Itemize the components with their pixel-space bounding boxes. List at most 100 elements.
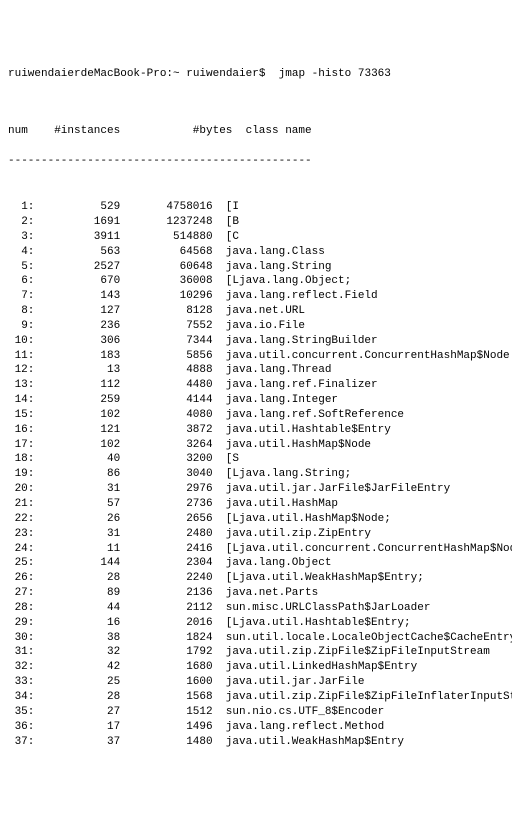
table-row: 31:321792java.util.zip.ZipFile$ZipFileIn…: [8, 645, 504, 660]
cell-num: 28:: [8, 601, 34, 616]
cell-bytes: 2976: [120, 482, 212, 497]
cell-instances: 44: [34, 601, 120, 616]
cell-bytes: 2736: [120, 497, 212, 512]
cell-num: 18:: [8, 452, 34, 467]
cell-bytes: 2480: [120, 527, 212, 542]
cell-instances: 31: [34, 527, 120, 542]
table-row: 11:1835856java.util.concurrent.Concurren…: [8, 349, 504, 364]
cell-num: 33:: [8, 675, 34, 690]
table-row: 6:67036008[Ljava.lang.Object;: [8, 274, 504, 289]
table-row: 32:421680java.util.LinkedHashMap$Entry: [8, 660, 504, 675]
cell-num: 7:: [8, 289, 34, 304]
cell-num: 22:: [8, 512, 34, 527]
cell-instances: 102: [34, 408, 120, 423]
cell-bytes: 514880: [120, 230, 212, 245]
table-row: 34:281568java.util.zip.ZipFile$ZipFileIn…: [8, 690, 504, 705]
cell-class: java.util.HashMap: [213, 497, 338, 512]
cell-instances: 25: [34, 675, 120, 690]
cell-num: 4:: [8, 245, 34, 260]
cell-instances: 529: [34, 200, 120, 215]
cell-instances: 121: [34, 423, 120, 438]
table-row: 19:863040[Ljava.lang.String;: [8, 467, 504, 482]
cell-bytes: 4080: [120, 408, 212, 423]
cell-class: java.util.concurrent.ConcurrentHashMap$N…: [213, 349, 510, 364]
cell-class: java.lang.Class: [213, 245, 325, 260]
cell-class: [Ljava.lang.String;: [213, 467, 352, 482]
cell-num: 31:: [8, 645, 34, 660]
cell-instances: 40: [34, 452, 120, 467]
cell-num: 8:: [8, 304, 34, 319]
cell-instances: 31: [34, 482, 120, 497]
cell-bytes: 2136: [120, 586, 212, 601]
cell-num: 5:: [8, 260, 34, 275]
table-row: 35:271512sun.nio.cs.UTF_8$Encoder: [8, 705, 504, 720]
cell-class: [Ljava.util.concurrent.ConcurrentHashMap…: [213, 542, 512, 557]
cell-num: 23:: [8, 527, 34, 542]
prompt-host: ruiwendaierdeMacBook-Pro:~ ruiwendaier$: [8, 68, 272, 80]
cell-instances: 13: [34, 363, 120, 378]
cell-instances: 127: [34, 304, 120, 319]
cell-instances: 2527: [34, 260, 120, 275]
cell-bytes: 2304: [120, 556, 212, 571]
cell-bytes: 4758016: [120, 200, 212, 215]
cell-num: 17:: [8, 438, 34, 453]
cell-bytes: 2240: [120, 571, 212, 586]
cell-num: 19:: [8, 467, 34, 482]
cell-class: java.lang.ref.Finalizer: [213, 378, 378, 393]
cell-class: sun.nio.cs.UTF_8$Encoder: [213, 705, 385, 720]
cell-class: sun.misc.URLClassPath$JarLoader: [213, 601, 431, 616]
table-row: 25:1442304java.lang.Object: [8, 556, 504, 571]
cell-class: java.util.LinkedHashMap$Entry: [213, 660, 418, 675]
cell-class: java.lang.Integer: [213, 393, 338, 408]
cell-bytes: 3200: [120, 452, 212, 467]
cell-instances: 27: [34, 705, 120, 720]
cell-instances: 563: [34, 245, 120, 260]
cell-instances: 1691: [34, 215, 120, 230]
cell-class: java.net.Parts: [213, 586, 319, 601]
prompt-command[interactable]: jmap -histo 73363: [272, 68, 391, 80]
cell-class: java.net.URL: [213, 304, 305, 319]
cell-instances: 102: [34, 438, 120, 453]
cell-num: 6:: [8, 274, 34, 289]
cell-class: [I: [213, 200, 239, 215]
cell-class: java.lang.reflect.Field: [213, 289, 378, 304]
cell-class: [Ljava.util.HashMap$Node;: [213, 512, 391, 527]
cell-class: [Ljava.util.Hashtable$Entry;: [213, 616, 411, 631]
cell-instances: 306: [34, 334, 120, 349]
cell-bytes: 60648: [120, 260, 212, 275]
cell-num: 30:: [8, 631, 34, 646]
cell-instances: 57: [34, 497, 120, 512]
cell-instances: 37: [34, 735, 120, 750]
table-row: 8:1278128java.net.URL: [8, 304, 504, 319]
cell-bytes: 4480: [120, 378, 212, 393]
cell-instances: 670: [34, 274, 120, 289]
cell-instances: 3911: [34, 230, 120, 245]
cell-class: java.lang.ref.SoftReference: [213, 408, 404, 423]
cell-bytes: 36008: [120, 274, 212, 289]
cell-num: 10:: [8, 334, 34, 349]
cell-bytes: 64568: [120, 245, 212, 260]
table-row: 2:16911237248[B: [8, 215, 504, 230]
cell-class: java.util.jar.JarFile: [213, 675, 365, 690]
cell-bytes: 7344: [120, 334, 212, 349]
cell-bytes: 2416: [120, 542, 212, 557]
cell-class: sun.util.locale.LocaleObjectCache$CacheE…: [213, 631, 512, 646]
cell-bytes: 2656: [120, 512, 212, 527]
cell-bytes: 1680: [120, 660, 212, 675]
cell-class: java.lang.reflect.Method: [213, 720, 385, 735]
table-row: 21:572736java.util.HashMap: [8, 497, 504, 512]
table-row: 37:371480java.util.WeakHashMap$Entry: [8, 735, 504, 750]
cell-num: 36:: [8, 720, 34, 735]
cell-num: 29:: [8, 616, 34, 631]
table-row: 23:312480java.util.zip.ZipEntry: [8, 527, 504, 542]
table-row: 28:442112sun.misc.URLClassPath$JarLoader: [8, 601, 504, 616]
cell-num: 14:: [8, 393, 34, 408]
cell-bytes: 3040: [120, 467, 212, 482]
cell-num: 15:: [8, 408, 34, 423]
cell-class: java.util.WeakHashMap$Entry: [213, 735, 404, 750]
header-num: num: [8, 124, 34, 139]
cell-instances: 11: [34, 542, 120, 557]
cell-class: java.util.zip.ZipFile$ZipFileInflaterInp…: [213, 690, 512, 705]
cell-instances: 26: [34, 512, 120, 527]
table-row: 29:162016[Ljava.util.Hashtable$Entry;: [8, 616, 504, 631]
